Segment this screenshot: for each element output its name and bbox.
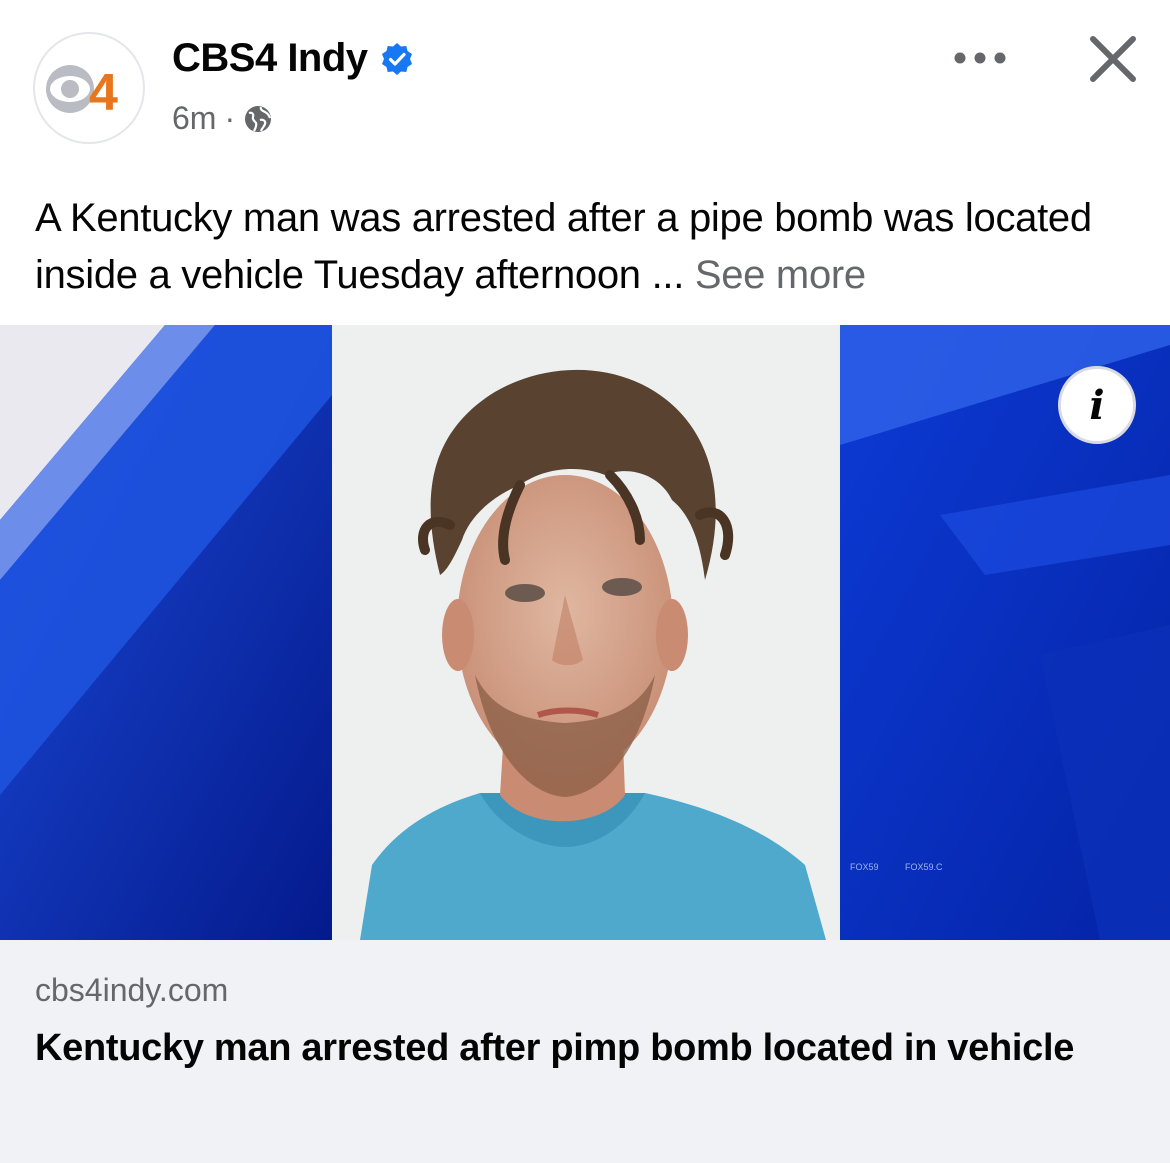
post-ellipsis: ... <box>640 253 695 297</box>
watermark-1: FOX59 <box>850 862 879 872</box>
page-name-label[interactable]: CBS4 Indy <box>172 36 368 81</box>
close-icon <box>1090 36 1136 82</box>
page-name[interactable]: CBS4 Indy <box>172 36 414 81</box>
logo-number: 4 <box>89 64 118 122</box>
link-title[interactable]: Kentucky man arrested after pimp bomb lo… <box>35 1020 1115 1077</box>
mugshot-image: FOX59 FOX59.C <box>0 325 1170 940</box>
more-horizontal-icon <box>954 52 1006 64</box>
close-button[interactable] <box>1084 30 1142 88</box>
meta-separator: · <box>224 100 236 136</box>
info-icon: i <box>1089 381 1105 429</box>
link-preview-image[interactable]: FOX59 FOX59.C <box>0 325 1170 940</box>
watermark-2: FOX59.C <box>905 862 943 872</box>
cbs4-logo: 4 <box>35 34 143 142</box>
post-timestamp[interactable]: 6m <box>172 100 216 137</box>
verified-badge-icon <box>381 42 412 75</box>
post-header: 4 CBS4 Indy 6m · <box>0 0 1170 175</box>
post-message: A Kentucky man was arrested after a pipe… <box>35 190 1145 304</box>
globe-icon <box>245 105 272 132</box>
post-meta: 6m · <box>172 100 273 137</box>
post-message-text: A Kentucky man was arrested after a pipe… <box>35 196 1092 297</box>
see-more-link[interactable]: See more <box>695 253 866 297</box>
link-domain: cbs4indy.com <box>35 972 229 1008</box>
page-avatar[interactable]: 4 <box>33 32 145 144</box>
info-button[interactable]: i <box>1058 366 1136 444</box>
more-options-button[interactable] <box>948 36 1012 80</box>
